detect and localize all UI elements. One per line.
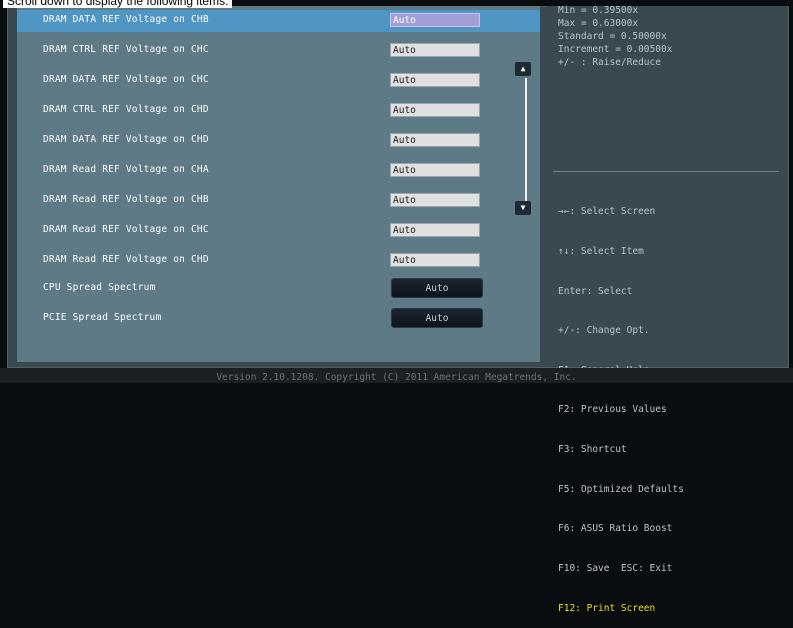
setting-row-dram-read-ref-cha[interactable]: DRAM Read REF Voltage on CHA Auto [17,160,540,182]
setting-value-field[interactable]: Auto [390,103,480,117]
setting-row-dram-read-ref-chd[interactable]: DRAM Read REF Voltage on CHD Auto [17,250,540,272]
key-f12: F12: Print Screen [558,602,656,614]
setting-row-cpu-spread-spectrum[interactable]: CPU Spread Spectrum Auto [17,278,540,300]
help-standard: Standard = 0.50000x [558,31,667,42]
setting-row-dram-ctrl-ref-chc[interactable]: DRAM CTRL REF Voltage on CHC Auto [17,40,540,62]
scrollbar-thumb[interactable] [525,78,527,204]
scroll-up-icon[interactable]: ▲ [515,62,531,76]
setting-value-field[interactable]: Auto [390,193,480,207]
setting-row-dram-data-ref-chd[interactable]: DRAM DATA REF Voltage on CHD Auto [17,130,540,152]
setting-value-button[interactable]: Auto [391,278,483,298]
key-select-item: ↑↓: Select Item [558,246,644,258]
page-caption: Scroll down to display the following ite… [3,0,233,8]
setting-value-field[interactable]: Auto [390,73,480,87]
setting-label: DRAM DATA REF Voltage on CHD [43,134,209,145]
setting-row-dram-read-ref-chc[interactable]: DRAM Read REF Voltage on CHC Auto [17,220,540,242]
setting-row-dram-data-ref-chc[interactable]: DRAM DATA REF Voltage on CHC Auto [17,70,540,92]
setting-label: DRAM CTRL REF Voltage on CHC [43,44,209,55]
key-enter: Enter: Select [558,285,633,297]
help-max: Max = 0.63000x [558,18,639,29]
setting-value-field[interactable]: Auto [390,223,480,237]
help-raise-reduce: +/- : Raise/Reduce [558,57,661,68]
setting-label: DRAM DATA REF Voltage on CHB [43,14,209,25]
key-f2: F2: Previous Values [558,404,667,416]
key-f3: F3: Shortcut [558,444,627,456]
key-legend: →←: Select Screen ↑↓: Select Item Enter:… [558,179,684,628]
setting-value-field[interactable]: Auto [390,13,480,27]
key-select-screen: →←: Select Screen [558,206,656,218]
setting-label: DRAM DATA REF Voltage on CHC [43,74,209,85]
setting-row-pcie-spread-spectrum[interactable]: PCIE Spread Spectrum Auto [17,308,540,330]
setting-value-field[interactable]: Auto [390,253,480,267]
setting-label: DRAM Read REF Voltage on CHA [43,164,209,175]
setting-row-dram-ctrl-ref-chd[interactable]: DRAM CTRL REF Voltage on CHD Auto [17,100,540,122]
setting-label: PCIE Spread Spectrum [43,312,162,323]
help-increment: Increment = 0.00500x [558,44,673,55]
scroll-down-icon[interactable]: ▼ [515,201,531,215]
version-footer: Version 2.10.1208. Copyright (C) 2011 Am… [0,368,793,383]
setting-label: DRAM CTRL REF Voltage on CHD [43,104,209,115]
setting-row-dram-read-ref-chb[interactable]: DRAM Read REF Voltage on CHB Auto [17,190,540,212]
settings-list-panel: DRAM DATA REF Voltage on CHB Auto DRAM C… [17,6,540,362]
setting-label: CPU Spread Spectrum [43,282,156,293]
help-divider [553,171,779,172]
setting-row-dram-data-ref-chb[interactable]: DRAM DATA REF Voltage on CHB Auto [17,10,540,32]
setting-label: DRAM Read REF Voltage on CHC [43,224,209,235]
key-f5: F5: Optimized Defaults [558,483,684,495]
setting-label: DRAM Read REF Voltage on CHD [43,254,209,265]
setting-value-field[interactable]: Auto [390,133,480,147]
setting-value-button[interactable]: Auto [391,308,483,328]
key-change-opt: +/-: Change Opt. [558,325,650,337]
setting-label: DRAM Read REF Voltage on CHB [43,194,209,205]
key-f6: F6: ASUS Ratio Boost [558,523,673,535]
setting-value-field[interactable]: Auto [390,163,480,177]
setting-value-field[interactable]: Auto [390,43,480,57]
help-min: Min = 0.39500x [558,5,639,16]
key-f10: F10: Save ESC: Exit [558,562,673,574]
